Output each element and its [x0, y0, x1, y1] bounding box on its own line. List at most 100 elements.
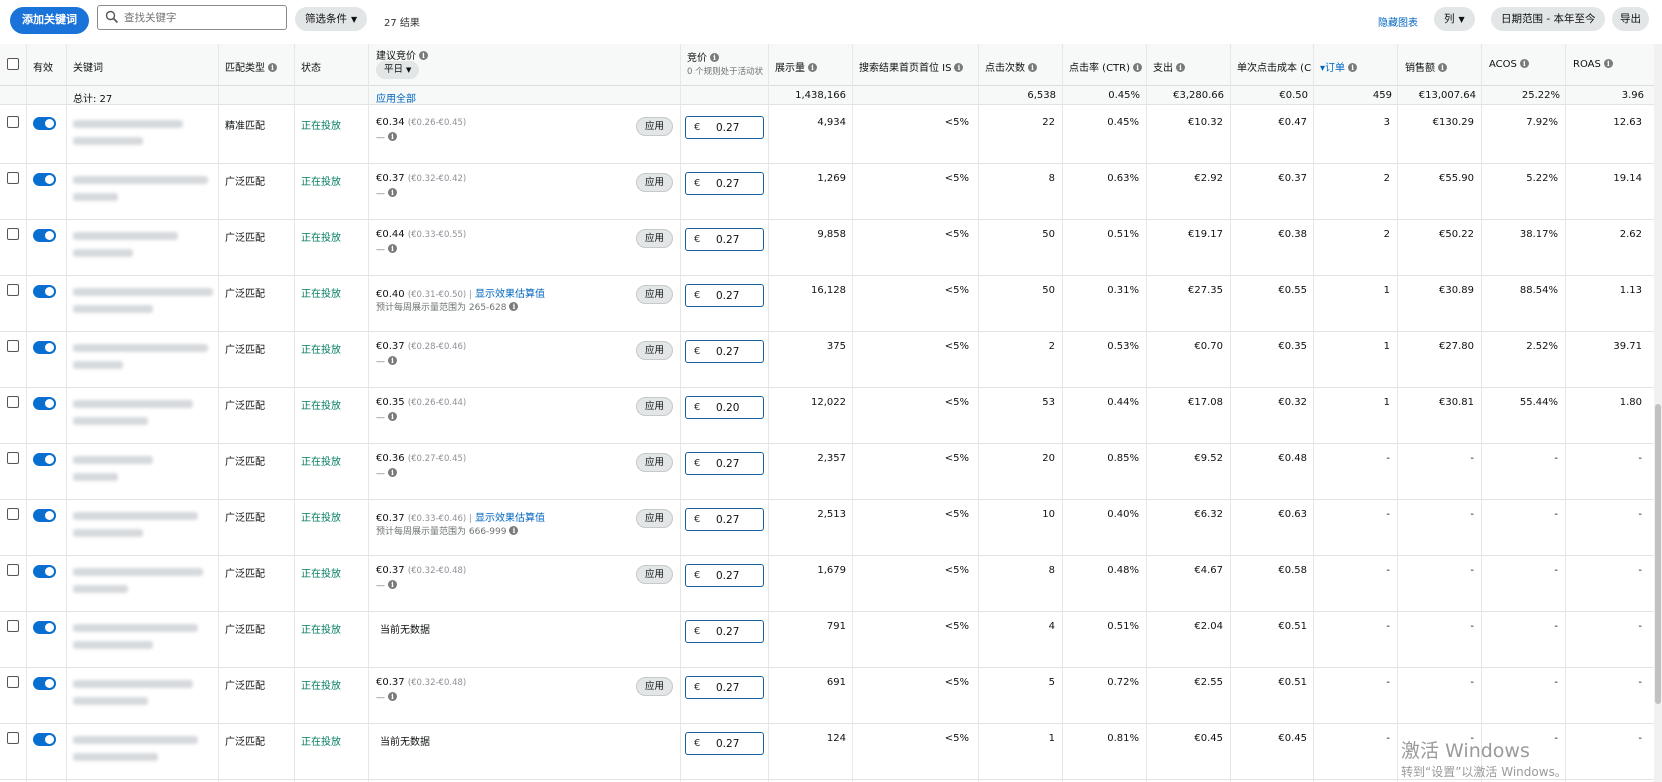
- info-icon: i: [388, 244, 397, 253]
- header-orders[interactable]: ▾订单 i: [1320, 59, 1358, 74]
- active-toggle[interactable]: [33, 229, 56, 242]
- bid-input[interactable]: €0.27: [685, 676, 764, 699]
- apply-button[interactable]: 应用: [636, 453, 673, 472]
- apply-button[interactable]: 应用: [636, 117, 673, 136]
- summary-acos: 25.22%: [1521, 90, 1560, 101]
- add-keyword-button[interactable]: 添加关键词: [10, 7, 89, 34]
- cell-roas: 39.71: [1613, 341, 1642, 352]
- suggested-mode-dropdown[interactable]: 平日 ▼: [376, 61, 420, 79]
- row-checkbox[interactable]: [7, 116, 19, 128]
- keyword-text-redacted: [73, 120, 183, 128]
- suggested-bid: €0.34 (€0.26-€0.45): [376, 117, 467, 128]
- hide-chart-link[interactable]: 隐藏图表: [1378, 14, 1418, 29]
- active-toggle[interactable]: [33, 173, 56, 186]
- apply-button[interactable]: 应用: [636, 229, 673, 248]
- bid-input[interactable]: €0.27: [685, 284, 764, 307]
- info-icon: i: [388, 356, 397, 365]
- keyword-text-redacted: [73, 305, 153, 313]
- cell-clicks: 5: [1048, 677, 1055, 688]
- active-toggle[interactable]: [33, 509, 56, 522]
- row-checkbox[interactable]: [7, 620, 19, 632]
- cell-clicks: 2: [1048, 341, 1055, 352]
- header-cpc[interactable]: 单次点击成本 (CPC): [1237, 59, 1312, 74]
- info-icon: i: [388, 188, 397, 197]
- keyword-text-redacted: [73, 361, 123, 369]
- row-checkbox[interactable]: [7, 340, 19, 352]
- select-all-checkbox[interactable]: [7, 58, 19, 70]
- search-box[interactable]: [97, 5, 287, 30]
- suggested-bid: €0.37 (€0.32-€0.48): [376, 565, 467, 576]
- info-icon: i: [1133, 63, 1143, 72]
- suggested-bid: €0.37 (€0.28-€0.46): [376, 341, 467, 352]
- cell-sales: €130.29: [1432, 117, 1474, 128]
- apply-button[interactable]: 应用: [636, 173, 673, 192]
- header-status[interactable]: 状态: [301, 59, 321, 74]
- apply-all-link[interactable]: 应用全部: [376, 90, 416, 105]
- keyword-text-redacted: [73, 344, 208, 352]
- bid-input[interactable]: €0.27: [685, 452, 764, 475]
- row-checkbox[interactable]: [7, 452, 19, 464]
- header-impressions[interactable]: 展示量 i: [775, 59, 817, 74]
- bid-input[interactable]: €0.27: [685, 172, 764, 195]
- row-checkbox[interactable]: [7, 284, 19, 296]
- row-checkbox[interactable]: [7, 676, 19, 688]
- apply-button[interactable]: 应用: [636, 677, 673, 696]
- keyword-text-redacted: [73, 624, 198, 632]
- cell-orders: -: [1386, 509, 1390, 520]
- active-toggle[interactable]: [33, 397, 56, 410]
- cell-is: <5%: [944, 565, 969, 576]
- apply-button[interactable]: 应用: [636, 565, 673, 584]
- bid-input[interactable]: €0.27: [685, 732, 764, 755]
- show-estimate-link[interactable]: 显示效果估算值: [475, 289, 545, 300]
- filter-dropdown[interactable]: 筛选条件 ▼: [295, 7, 368, 31]
- active-toggle[interactable]: [33, 733, 56, 746]
- active-toggle[interactable]: [33, 677, 56, 690]
- bid-input[interactable]: €0.27: [685, 508, 764, 531]
- bid-input[interactable]: €0.27: [685, 564, 764, 587]
- cell-ctr: 0.51%: [1107, 621, 1139, 632]
- bid-input[interactable]: €0.27: [685, 620, 764, 643]
- estimate-subtext: — i: [376, 412, 397, 423]
- header-roas[interactable]: ROAS i: [1573, 59, 1613, 70]
- bid-input[interactable]: €0.27: [685, 228, 764, 251]
- apply-button[interactable]: 应用: [636, 397, 673, 416]
- currency-symbol: €: [694, 346, 701, 357]
- header-clicks[interactable]: 点击次数 i: [985, 59, 1037, 74]
- row-checkbox[interactable]: [7, 732, 19, 744]
- row-checkbox[interactable]: [7, 564, 19, 576]
- row-checkbox[interactable]: [7, 396, 19, 408]
- header-ctr[interactable]: 点击率 (CTR) i: [1069, 59, 1143, 74]
- header-spend[interactable]: 支出 i: [1153, 59, 1185, 74]
- active-toggle[interactable]: [33, 117, 56, 130]
- apply-button[interactable]: 应用: [636, 341, 673, 360]
- row-checkbox[interactable]: [7, 172, 19, 184]
- header-match-type[interactable]: 匹配类型 i: [225, 59, 277, 74]
- keyword-text-redacted: [73, 680, 193, 688]
- header-bid[interactable]: 竞价 i: [687, 49, 719, 64]
- cell-spend: €27.35: [1188, 285, 1223, 296]
- show-estimate-link[interactable]: 显示效果估算值: [475, 513, 545, 524]
- apply-button[interactable]: 应用: [636, 509, 673, 528]
- row-checkbox[interactable]: [7, 228, 19, 240]
- header-acos[interactable]: ACOS i: [1489, 59, 1529, 70]
- header-sales[interactable]: 销售额 i: [1405, 59, 1447, 74]
- apply-button[interactable]: 应用: [636, 285, 673, 304]
- date-range-button[interactable]: 日期范围 - 本年至今: [1491, 7, 1606, 31]
- export-button[interactable]: 导出: [1612, 7, 1649, 31]
- cell-roas: -: [1638, 621, 1642, 632]
- search-input[interactable]: [124, 8, 279, 27]
- active-toggle[interactable]: [33, 285, 56, 298]
- active-toggle[interactable]: [33, 621, 56, 634]
- header-suggested-bid[interactable]: 建议竞价 i: [376, 47, 428, 62]
- header-top-is[interactable]: 搜索结果首页首位 IS i: [859, 59, 964, 74]
- active-toggle[interactable]: [33, 565, 56, 578]
- columns-dropdown[interactable]: 列 ▼: [1434, 7, 1475, 31]
- bid-input[interactable]: €0.27: [685, 340, 764, 363]
- active-toggle[interactable]: [33, 453, 56, 466]
- header-keyword[interactable]: 关键词: [73, 59, 103, 74]
- bid-input[interactable]: €0.27: [685, 116, 764, 139]
- row-checkbox[interactable]: [7, 508, 19, 520]
- scrollbar-thumb[interactable]: [1655, 404, 1661, 704]
- active-toggle[interactable]: [33, 341, 56, 354]
- bid-input[interactable]: €0.20: [685, 396, 764, 419]
